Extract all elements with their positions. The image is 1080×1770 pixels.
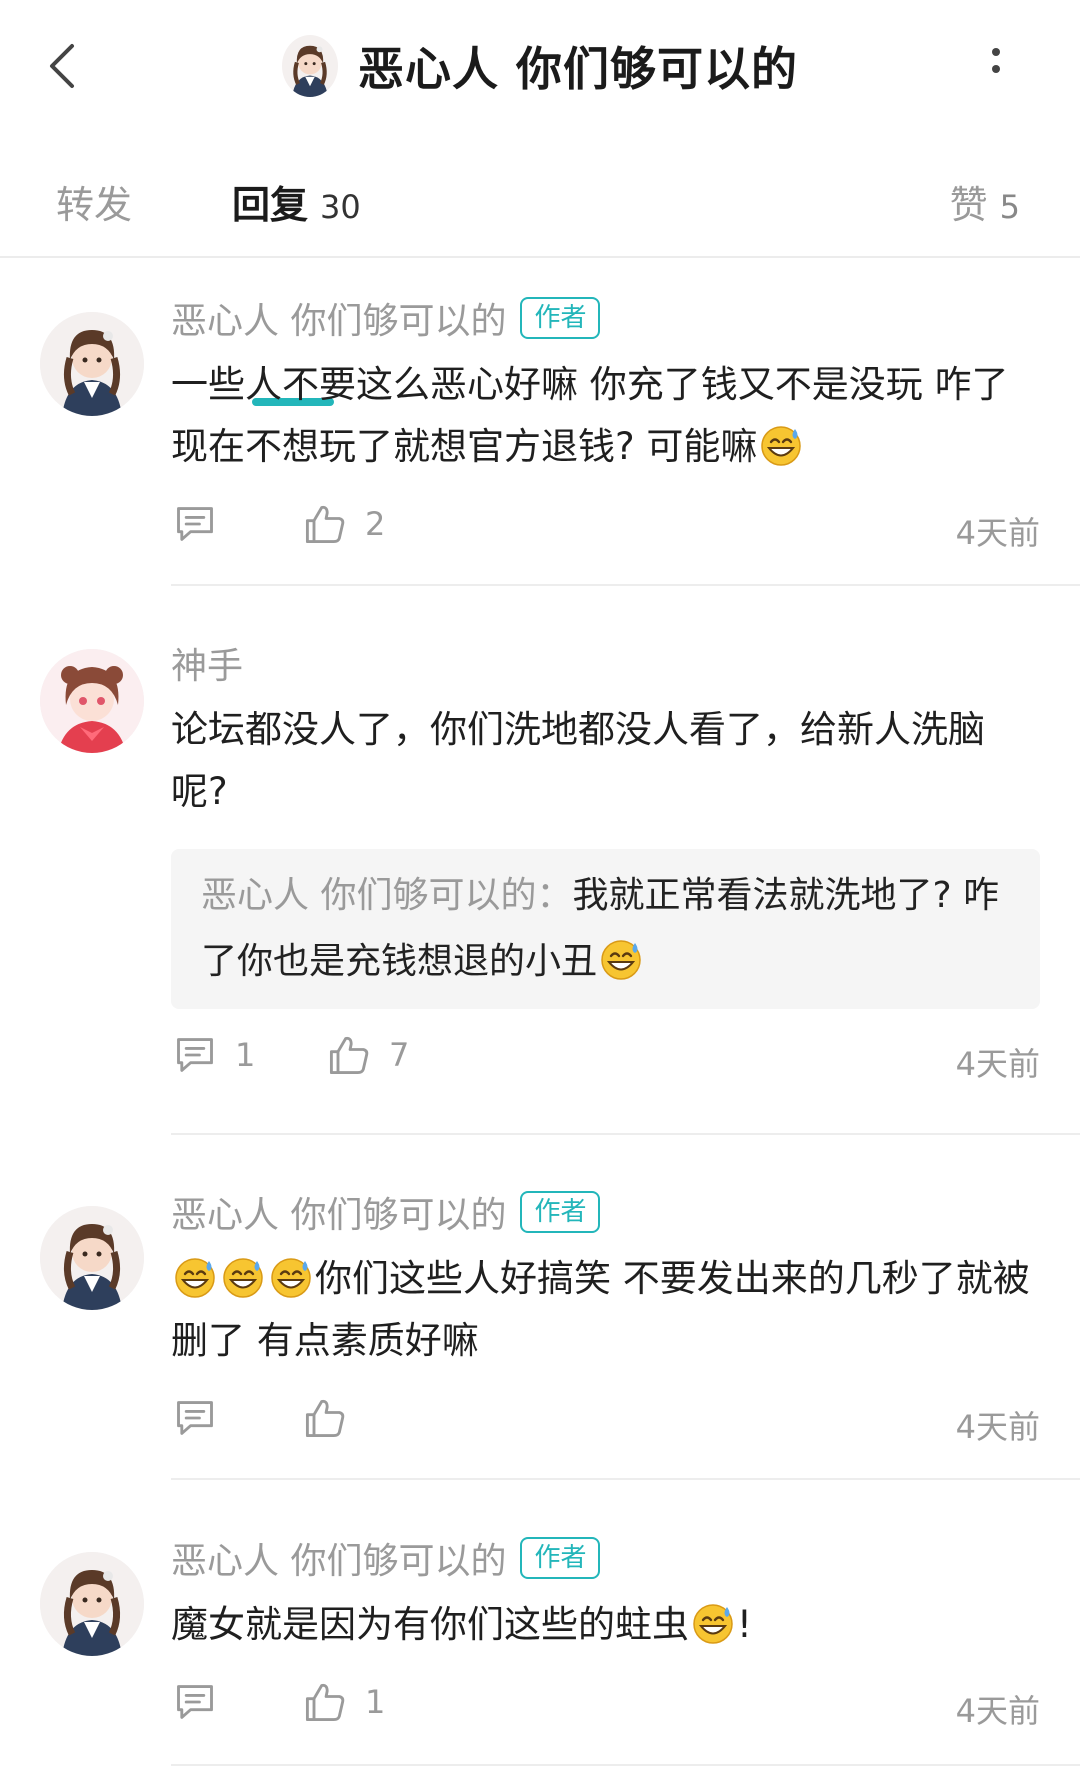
comment-text: 你们这些人好搞笑 不要发出来的几秒了就被删了 有点素质好嘛: [171, 1255, 1030, 1362]
comment-text: 论坛都没人了，你们洗地都没人看了，给新人洗脑呢?: [171, 708, 985, 813]
tab-reply-label: 回复: [232, 183, 309, 227]
tab-forward[interactable]: 转发: [56, 174, 132, 229]
like-button[interactable]: 1: [303, 1680, 385, 1724]
author-badge: 作者: [520, 297, 601, 339]
chat-bubble-icon: [173, 1680, 217, 1724]
avatar[interactable]: [40, 312, 144, 416]
reply-button[interactable]: [173, 502, 217, 546]
reply-count: 1: [235, 1036, 256, 1074]
chat-bubble-icon: [173, 1396, 217, 1440]
like-button[interactable]: 2: [303, 502, 385, 546]
tab-reply-count: 30: [320, 188, 361, 226]
avatar[interactable]: [40, 1206, 144, 1310]
vertical-ellipsis-icon: [992, 48, 1000, 56]
tab-bar: 转发 回复 30 赞5: [0, 150, 1080, 406]
timestamp: 4天前: [955, 1408, 1040, 1446]
comment-actions: 4天前: [171, 1396, 1040, 1452]
username[interactable]: 恶心人 你们够可以的: [171, 1186, 506, 1238]
comment-actions: 2 4天前: [171, 502, 1040, 558]
tab-forward-label: 转发: [56, 183, 133, 227]
chat-bubble-icon: [173, 1033, 217, 1077]
divider: [171, 1478, 1080, 1480]
reply-button[interactable]: [173, 1396, 217, 1440]
author-badge: 作者: [520, 1537, 601, 1579]
sweat-smile-emoji-icon: [691, 1601, 735, 1645]
grin-emoji-icon: [269, 1255, 313, 1299]
more-button[interactable]: [986, 44, 1006, 84]
timestamp: 4天前: [955, 1045, 1040, 1083]
quote-author[interactable]: 恶心人 你们够可以的: [201, 875, 536, 916]
comment-actions: 1 7 4天前: [171, 1033, 1040, 1089]
page-title: 恶心人 你们够可以的: [357, 42, 798, 96]
grin-emoji-icon: [173, 1255, 217, 1299]
reply-button[interactable]: [173, 1680, 217, 1724]
like-button[interactable]: 7: [327, 1033, 409, 1077]
thumbs-up-icon: [303, 1680, 347, 1724]
timestamp: 4天前: [955, 514, 1040, 552]
like-count: 7: [389, 1036, 410, 1074]
thumbs-up-icon: [303, 1396, 347, 1440]
comment-text: 一些人不要这么恶心好嘛 你充了钱又不是没玩 咋了 现在不想玩了就想官方退钱? 可…: [171, 363, 1009, 468]
like-count: 2: [365, 505, 386, 543]
comment-text: 魔女就是因为有你们这些的蛀虫!: [171, 1601, 752, 1646]
like-button[interactable]: [303, 1396, 347, 1440]
tab-like-count: 5: [999, 188, 1020, 226]
username[interactable]: 恶心人 你们够可以的: [171, 1532, 506, 1584]
thumbs-up-icon: [303, 502, 347, 546]
like-count: 1: [365, 1683, 386, 1721]
top-bar: 恶心人 你们够可以的: [0, 0, 1080, 130]
reply-button[interactable]: 1: [173, 1033, 255, 1077]
thumbs-up-icon: [327, 1033, 371, 1077]
divider: [171, 1764, 1080, 1766]
tab-like[interactable]: 赞5: [950, 174, 1020, 229]
username[interactable]: 神手: [171, 637, 243, 689]
timestamp: 4天前: [955, 1692, 1040, 1730]
username[interactable]: 恶心人 你们够可以的: [171, 292, 506, 344]
divider: [171, 1133, 1080, 1135]
grin-emoji-icon: [221, 1255, 265, 1299]
avatar[interactable]: [40, 649, 144, 753]
sweat-smile-emoji-icon: [599, 937, 643, 981]
sweat-smile-emoji-icon: [759, 423, 803, 467]
tab-reply[interactable]: 回复 30: [232, 174, 361, 229]
divider: [171, 584, 1080, 586]
title-avatar[interactable]: [282, 35, 338, 97]
title-bar: 恶心人 你们够可以的: [0, 30, 1080, 102]
author-badge: 作者: [520, 1191, 601, 1233]
comment-actions: 1 4天前: [171, 1680, 1040, 1736]
tab-like-label: 赞: [949, 183, 988, 227]
quoted-reply[interactable]: 恶心人 你们够可以的：我就正常看法就洗地了? 咋了你也是充钱想退的小丑: [171, 849, 1040, 1009]
avatar[interactable]: [40, 1552, 144, 1656]
chat-bubble-icon: [173, 502, 217, 546]
